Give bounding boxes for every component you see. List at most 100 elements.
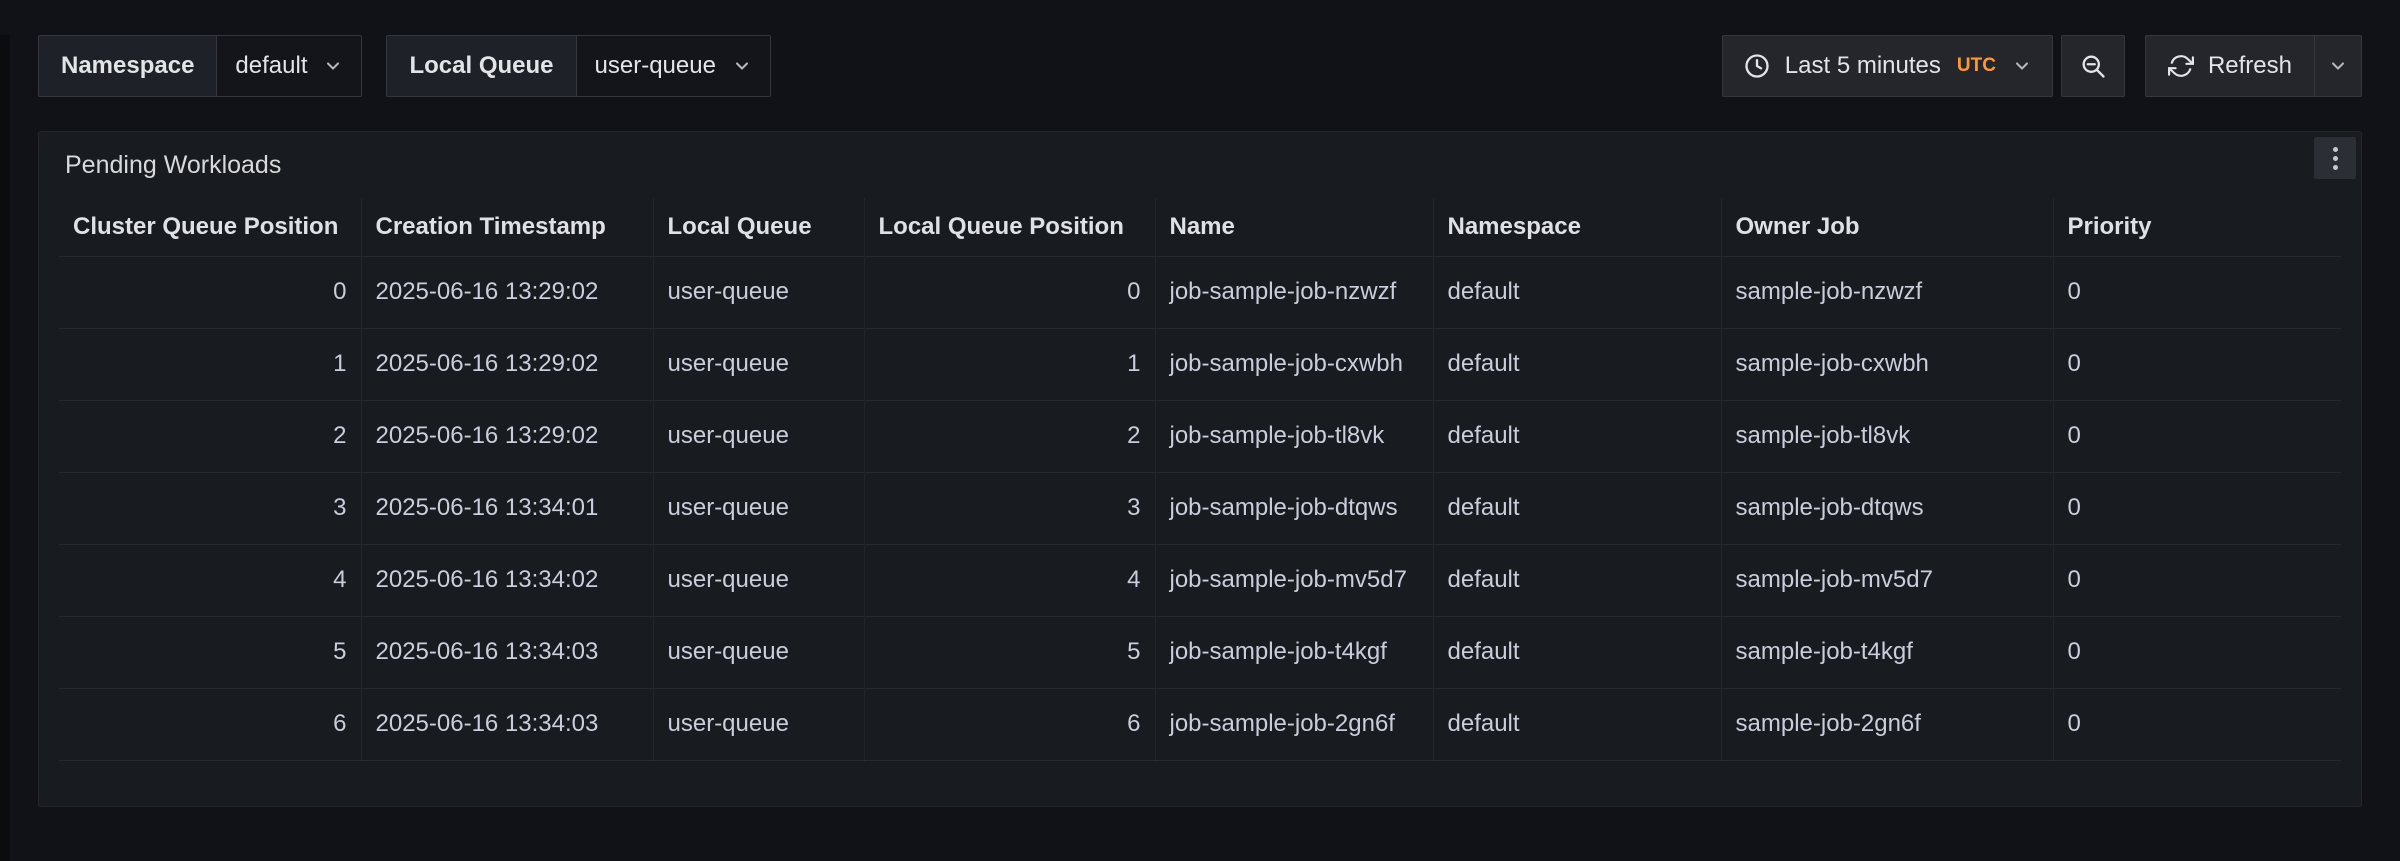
- table-row: 32025-06-16 13:34:01user-queue3job-sampl…: [59, 472, 2341, 544]
- kebab-menu-icon: [2333, 147, 2338, 152]
- column-header-cluster-queue-position[interactable]: Cluster Queue Position: [59, 198, 361, 256]
- zoom-out-button[interactable]: [2061, 35, 2125, 97]
- pending-workloads-table: Cluster Queue PositionCreation Timestamp…: [59, 198, 2341, 761]
- table-cell: sample-job-tl8vk: [1721, 400, 2053, 472]
- table-cell: 0: [2053, 400, 2341, 472]
- local-queue-select[interactable]: user-queue: [576, 35, 771, 97]
- column-header-namespace[interactable]: Namespace: [1433, 198, 1721, 256]
- column-header-owner-job[interactable]: Owner Job: [1721, 198, 2053, 256]
- table-cell: default: [1433, 400, 1721, 472]
- table-cell: job-sample-job-dtqws: [1155, 472, 1433, 544]
- refresh-control: Refresh: [2145, 35, 2362, 97]
- table-cell: sample-job-nzwzf: [1721, 256, 2053, 328]
- chevron-down-icon: [2012, 56, 2032, 76]
- table-cell: 0: [2053, 688, 2341, 760]
- table-cell: 1: [59, 328, 361, 400]
- time-range-picker-button[interactable]: Last 5 minutes UTC: [1722, 35, 2053, 97]
- clock-icon: [1743, 52, 1771, 80]
- table-cell: 0: [59, 256, 361, 328]
- table-cell: 0: [2053, 616, 2341, 688]
- column-header-name[interactable]: Name: [1155, 198, 1433, 256]
- table-wrapper: Cluster Queue PositionCreation Timestamp…: [39, 198, 2361, 761]
- local-queue-label: Local Queue: [386, 35, 575, 97]
- table-cell: user-queue: [653, 616, 864, 688]
- table-cell: default: [1433, 328, 1721, 400]
- table-row: 02025-06-16 13:29:02user-queue0job-sampl…: [59, 256, 2341, 328]
- table-cell: job-sample-job-2gn6f: [1155, 688, 1433, 760]
- table-cell: 3: [864, 472, 1155, 544]
- refresh-label: Refresh: [2208, 52, 2292, 80]
- table-cell: 5: [864, 616, 1155, 688]
- table-cell: 2025-06-16 13:34:01: [361, 472, 653, 544]
- sync-icon: [2168, 53, 2194, 79]
- panel-header: Pending Workloads: [39, 132, 2361, 198]
- table-header-row: Cluster Queue PositionCreation Timestamp…: [59, 198, 2341, 256]
- table-cell: 0: [2053, 328, 2341, 400]
- table-cell: user-queue: [653, 400, 864, 472]
- table-body: 02025-06-16 13:29:02user-queue0job-sampl…: [59, 256, 2341, 760]
- table-cell: sample-job-dtqws: [1721, 472, 2053, 544]
- refresh-interval-dropdown-button[interactable]: [2314, 35, 2362, 97]
- refresh-button[interactable]: Refresh: [2145, 35, 2314, 97]
- table-cell: 2: [864, 400, 1155, 472]
- time-range-label: Last 5 minutes: [1785, 52, 1941, 80]
- table-cell: 6: [59, 688, 361, 760]
- column-header-local-queue[interactable]: Local Queue: [653, 198, 864, 256]
- window-edge: [0, 35, 10, 861]
- table-cell: 2025-06-16 13:34:02: [361, 544, 653, 616]
- table-cell: 4: [864, 544, 1155, 616]
- chevron-down-icon: [732, 56, 752, 76]
- table-cell: job-sample-job-tl8vk: [1155, 400, 1433, 472]
- table-cell: job-sample-job-t4kgf: [1155, 616, 1433, 688]
- local-queue-variable: Local Queue user-queue: [386, 35, 770, 97]
- column-header-local-queue-position[interactable]: Local Queue Position: [864, 198, 1155, 256]
- table-cell: 2025-06-16 13:34:03: [361, 688, 653, 760]
- table-cell: 2: [59, 400, 361, 472]
- table-cell: 0: [2053, 544, 2341, 616]
- timezone-label: UTC: [1957, 55, 1996, 77]
- table-cell: 3: [59, 472, 361, 544]
- table-row: 12025-06-16 13:29:02user-queue1job-sampl…: [59, 328, 2341, 400]
- chevron-down-icon: [323, 56, 343, 76]
- table-cell: job-sample-job-nzwzf: [1155, 256, 1433, 328]
- zoom-out-icon: [2079, 52, 2107, 80]
- table-cell: sample-job-cxwbh: [1721, 328, 2053, 400]
- table-cell: job-sample-job-cxwbh: [1155, 328, 1433, 400]
- table-cell: user-queue: [653, 688, 864, 760]
- table-row: 42025-06-16 13:34:02user-queue4job-sampl…: [59, 544, 2341, 616]
- table-cell: default: [1433, 472, 1721, 544]
- table-cell: 6: [864, 688, 1155, 760]
- table-cell: 2025-06-16 13:34:03: [361, 616, 653, 688]
- table-cell: job-sample-job-mv5d7: [1155, 544, 1433, 616]
- table-cell: user-queue: [653, 256, 864, 328]
- panel-menu-button[interactable]: [2314, 137, 2356, 179]
- table-cell: sample-job-mv5d7: [1721, 544, 2053, 616]
- table-cell: default: [1433, 616, 1721, 688]
- table-cell: 4: [59, 544, 361, 616]
- table-cell: default: [1433, 256, 1721, 328]
- namespace-label: Namespace: [38, 35, 216, 97]
- column-header-priority[interactable]: Priority: [2053, 198, 2341, 256]
- namespace-select[interactable]: default: [216, 35, 362, 97]
- table-cell: 2025-06-16 13:29:02: [361, 400, 653, 472]
- table-cell: 2025-06-16 13:29:02: [361, 328, 653, 400]
- table-cell: sample-job-2gn6f: [1721, 688, 2053, 760]
- namespace-variable: Namespace default: [38, 35, 362, 97]
- local-queue-value: user-queue: [595, 52, 716, 80]
- table-cell: 1: [864, 328, 1155, 400]
- table-cell: user-queue: [653, 472, 864, 544]
- table-row: 22025-06-16 13:29:02user-queue2job-sampl…: [59, 400, 2341, 472]
- table-cell: 2025-06-16 13:29:02: [361, 256, 653, 328]
- table-cell: default: [1433, 544, 1721, 616]
- column-header-creation-timestamp[interactable]: Creation Timestamp: [361, 198, 653, 256]
- chevron-down-icon: [2328, 56, 2348, 76]
- table-row: 62025-06-16 13:34:03user-queue6job-sampl…: [59, 688, 2341, 760]
- table-cell: 0: [864, 256, 1155, 328]
- table-cell: 0: [2053, 256, 2341, 328]
- toolbar: Namespace default Local Queue user-queue…: [38, 35, 2362, 97]
- table-cell: 5: [59, 616, 361, 688]
- panel-pending-workloads: Pending Workloads Cluster Queue Position…: [38, 131, 2362, 807]
- table-cell: sample-job-t4kgf: [1721, 616, 2053, 688]
- panel-title[interactable]: Pending Workloads: [65, 151, 281, 180]
- table-cell: user-queue: [653, 328, 864, 400]
